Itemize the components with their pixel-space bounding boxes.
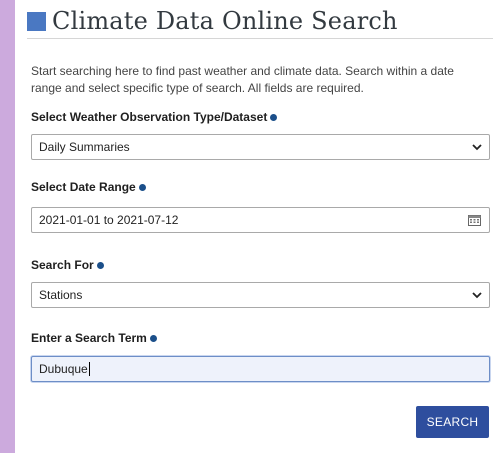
info-icon[interactable] bbox=[138, 183, 146, 191]
chevron-down-icon bbox=[472, 292, 482, 299]
title-square-icon bbox=[27, 11, 46, 31]
search-term-text: Dubuque bbox=[39, 361, 88, 376]
text-caret bbox=[88, 362, 90, 377]
page-header: Climate Data Online Search bbox=[27, 6, 398, 36]
chevron-down-icon bbox=[472, 144, 482, 151]
dataset-select-value: Daily Summaries bbox=[39, 140, 130, 154]
page-title: Climate Data Online Search bbox=[52, 7, 398, 35]
info-icon[interactable] bbox=[96, 261, 104, 269]
search-button[interactable]: SEARCH bbox=[416, 406, 489, 438]
info-icon[interactable] bbox=[149, 334, 157, 342]
search-term-label: Enter a Search Term bbox=[31, 331, 157, 345]
date-range-value: 2021-01-01 to 2021-07-12 bbox=[39, 213, 179, 227]
calendar-icon[interactable] bbox=[468, 214, 481, 226]
search-for-value: Stations bbox=[39, 288, 83, 302]
date-range-label-text: Select Date Range bbox=[31, 180, 136, 194]
search-for-label-text: Search For bbox=[31, 258, 94, 272]
search-term-value: Dubuque bbox=[39, 362, 489, 377]
intro-text: Start searching here to find past weathe… bbox=[31, 64, 454, 95]
info-icon[interactable] bbox=[270, 113, 278, 121]
search-term-input[interactable]: Dubuque bbox=[31, 356, 490, 382]
date-range-input[interactable]: 2021-01-01 to 2021-07-12 bbox=[31, 207, 490, 233]
title-divider bbox=[27, 38, 493, 39]
search-panel: Climate Data Online Search Start searchi… bbox=[15, 0, 493, 453]
dataset-label: Select Weather Observation Type/Dataset bbox=[31, 110, 278, 124]
dataset-select[interactable]: Daily Summaries bbox=[31, 134, 490, 160]
date-range-label: Select Date Range bbox=[31, 180, 146, 194]
search-for-label: Search For bbox=[31, 258, 104, 272]
search-term-label-text: Enter a Search Term bbox=[31, 331, 147, 345]
dataset-label-text: Select Weather Observation Type/Dataset bbox=[31, 110, 268, 124]
search-for-select[interactable]: Stations bbox=[31, 282, 490, 308]
